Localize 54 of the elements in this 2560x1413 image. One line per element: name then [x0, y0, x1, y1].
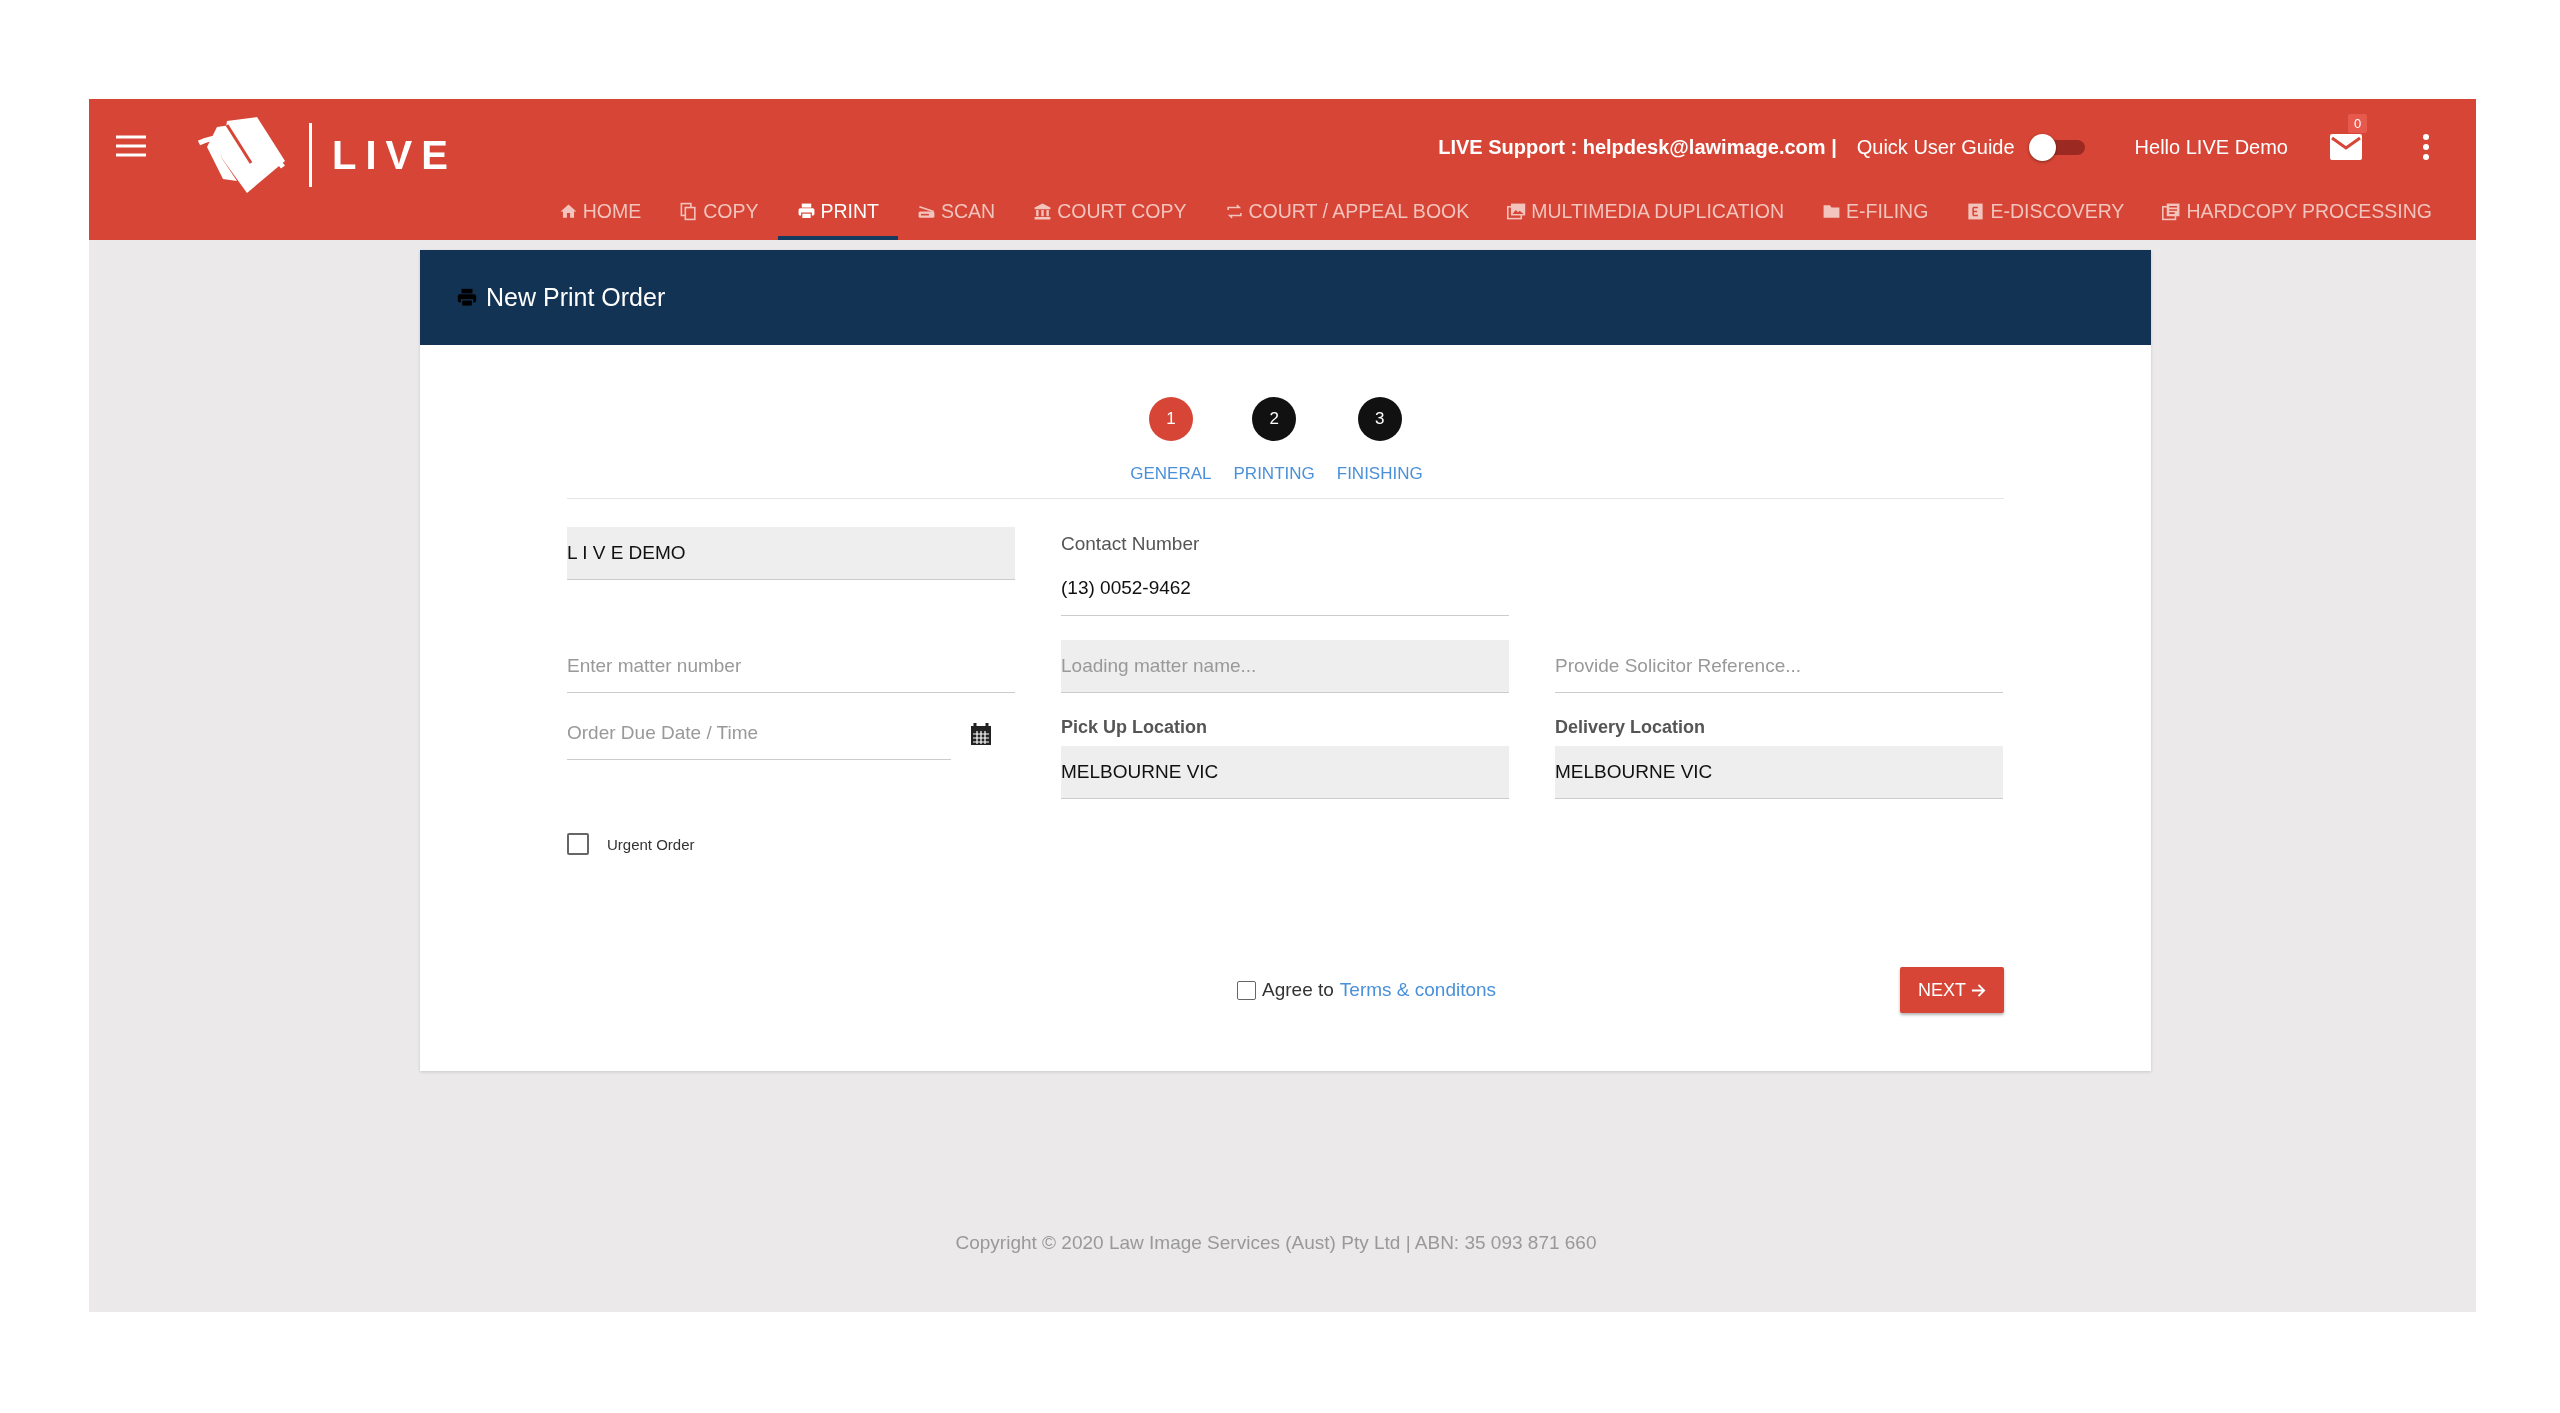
location-field[interactable]: MELBOURNE VIC: [1061, 746, 1509, 799]
date-field[interactable]: Order Due Date / Time: [567, 707, 951, 760]
step-label[interactable]: FINISHING: [1336, 464, 1423, 484]
contact-field[interactable]: (13) 0052-9462: [1061, 565, 1509, 616]
card-title: New Print Order: [486, 283, 666, 312]
arrow-icon: [1971, 982, 1986, 998]
urgent-checkbox[interactable]: [567, 833, 589, 855]
step-number[interactable]: 2: [1252, 397, 1297, 441]
images-icon: [1507, 201, 1527, 221]
nav-tab[interactable]: COURT / APPEAL BOOK: [1205, 186, 1489, 240]
nav-tab[interactable]: SCAN: [898, 186, 1015, 240]
logo-icon: [197, 117, 287, 193]
field-label: Delivery Location: [1555, 717, 1707, 738]
checkbox-label: Urgent Order: [607, 835, 695, 853]
printer-icon: [796, 201, 816, 221]
support-text: LIVE Support : helpdesk@lawimage.com |: [1438, 135, 1837, 159]
logo-text: LIVE: [309, 123, 457, 187]
nav-tab[interactable]: HOME: [539, 186, 661, 240]
nav-tab[interactable]: COURT COPY: [1014, 186, 1206, 240]
step-label[interactable]: PRINTING: [1233, 464, 1315, 484]
greeting-text: Hello LIVE Demo: [2134, 135, 2288, 159]
copy-icon: [679, 201, 699, 221]
field-label: Pick Up Location: [1061, 717, 1209, 738]
name-field[interactable]: L I V E DEMO: [567, 527, 1015, 580]
location-field[interactable]: MELBOURNE VIC: [1555, 746, 2003, 799]
notification-badge: 0: [2348, 114, 2368, 133]
menu-icon[interactable]: [116, 134, 146, 158]
input-field[interactable]: Enter matter number: [567, 640, 1015, 693]
input-field[interactable]: Provide Solicitor Reference...: [1555, 640, 2003, 693]
home-icon: [558, 201, 578, 221]
letter-e-icon: [1966, 201, 1986, 221]
nav-tab[interactable]: MULTIMEDIA DUPLICATION: [1488, 186, 1804, 240]
more-icon[interactable]: [2422, 134, 2430, 160]
document-icon: [2162, 201, 2182, 221]
copyright-text: Copyright © 2020 Law Image Services (Aust) Pty Ltd | ABN: 35 093 871 660: [955, 1232, 1597, 1254]
step-label[interactable]: GENERAL: [1130, 464, 1212, 484]
guide-label: Quick User Guide: [1856, 135, 2015, 159]
next-button[interactable]: NEXT: [1900, 967, 2004, 1013]
nav-tab[interactable]: E-DISCOVERY: [1947, 186, 2144, 240]
nav-tab[interactable]: COPY: [660, 186, 778, 240]
agree-checkbox[interactable]: [1237, 980, 1256, 1000]
field-label: Contact Number: [1061, 533, 1201, 555]
printer-icon: [456, 286, 478, 309]
nav-tab[interactable]: E-FILING: [1803, 186, 1948, 240]
mail-icon[interactable]: [2330, 134, 2362, 160]
input-field[interactable]: Loading matter name...: [1061, 640, 1509, 693]
step-number[interactable]: 1: [1148, 397, 1193, 441]
bank-icon: [1033, 201, 1053, 221]
step-number[interactable]: 3: [1357, 397, 1402, 441]
agree-text: Agree to: [1262, 979, 1334, 1001]
nav-tab[interactable]: PRINT: [777, 186, 898, 240]
calendar-icon[interactable]: [971, 722, 991, 745]
terms-link[interactable]: Terms & conditons: [1339, 979, 1497, 1001]
nav-tab[interactable]: HARDCOPY PROCESSING: [2143, 186, 2451, 240]
